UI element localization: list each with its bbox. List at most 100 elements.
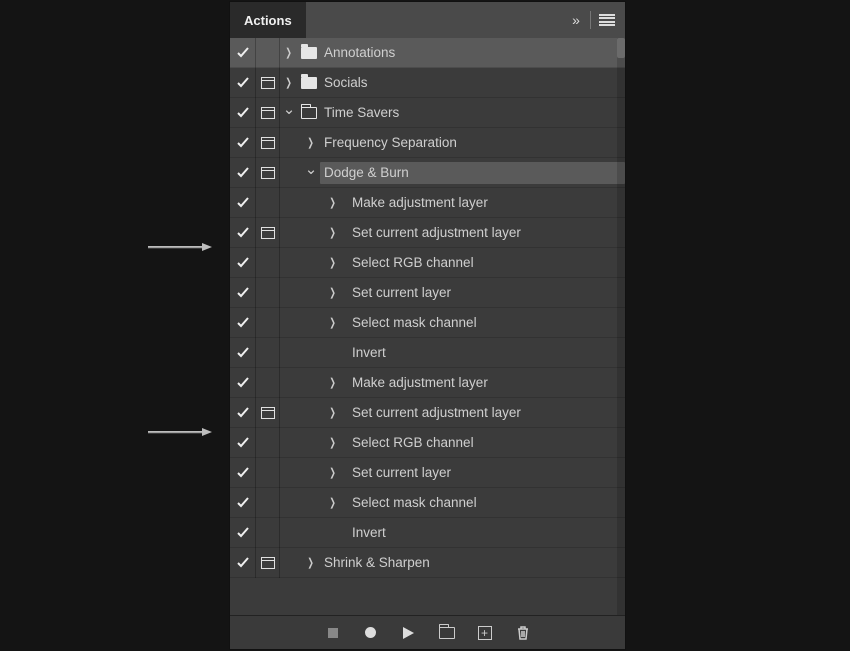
- stop-button[interactable]: [324, 624, 342, 642]
- panel-scrollbar[interactable]: [617, 38, 625, 615]
- toggle-dialog[interactable]: [256, 488, 280, 518]
- action-row[interactable]: Set current layer: [230, 458, 625, 488]
- row-label-wrap: Annotations: [320, 42, 625, 64]
- action-row[interactable]: Make adjustment layer: [230, 188, 625, 218]
- toggle-enabled[interactable]: [230, 98, 256, 128]
- action-row[interactable]: Select mask channel: [230, 308, 625, 338]
- panel-menu-button[interactable]: [599, 14, 615, 26]
- toggle-dialog[interactable]: [256, 458, 280, 488]
- toggle-enabled[interactable]: [230, 548, 256, 578]
- disclosure-toggle[interactable]: [324, 218, 342, 248]
- toggle-dialog[interactable]: [256, 68, 280, 98]
- disclosure-toggle[interactable]: [324, 368, 342, 398]
- new-set-button[interactable]: [438, 624, 456, 642]
- toggle-enabled[interactable]: [230, 488, 256, 518]
- toggle-dialog[interactable]: [256, 278, 280, 308]
- action-row[interactable]: Select RGB channel: [230, 248, 625, 278]
- checkmark-icon: [236, 346, 250, 360]
- indent-spacer: [280, 188, 324, 218]
- toggle-enabled[interactable]: [230, 38, 256, 68]
- toggle-enabled[interactable]: [230, 188, 256, 218]
- disclosure-toggle[interactable]: [280, 68, 298, 98]
- toggle-dialog[interactable]: [256, 128, 280, 158]
- toggle-dialog[interactable]: [256, 248, 280, 278]
- toggle-dialog[interactable]: [256, 308, 280, 338]
- collapse-panel-button[interactable]: »: [564, 2, 588, 38]
- row-label-wrap: Make adjustment layer: [348, 192, 625, 214]
- toggle-enabled[interactable]: [230, 128, 256, 158]
- action-row[interactable]: Set current adjustment layer: [230, 398, 625, 428]
- disclosure-toggle[interactable]: [324, 278, 342, 308]
- delete-button[interactable]: [514, 624, 532, 642]
- disclosure-toggle[interactable]: [324, 428, 342, 458]
- toggle-enabled[interactable]: [230, 68, 256, 98]
- toggle-dialog[interactable]: [256, 428, 280, 458]
- row-label: Annotations: [324, 45, 395, 60]
- actions-tab[interactable]: Actions: [230, 2, 306, 38]
- action-row[interactable]: Set current adjustment layer: [230, 218, 625, 248]
- toggle-dialog[interactable]: [256, 218, 280, 248]
- disclosure-toggle[interactable]: [324, 398, 342, 428]
- action-row[interactable]: Dodge & Burn: [230, 158, 625, 188]
- action-row[interactable]: Annotations: [230, 38, 625, 68]
- toggle-dialog[interactable]: [256, 368, 280, 398]
- disclosure-toggle[interactable]: [324, 188, 342, 218]
- action-row[interactable]: Time Savers: [230, 98, 625, 128]
- toggle-enabled[interactable]: [230, 248, 256, 278]
- disclosure-toggle[interactable]: [324, 458, 342, 488]
- dialog-icon: [261, 407, 275, 419]
- toggle-dialog[interactable]: [256, 518, 280, 548]
- toggle-dialog[interactable]: [256, 338, 280, 368]
- action-row[interactable]: Select RGB channel: [230, 428, 625, 458]
- disclosure-toggle[interactable]: [302, 128, 320, 158]
- checkmark-icon: [236, 196, 250, 210]
- action-row[interactable]: Make adjustment layer: [230, 368, 625, 398]
- toggle-dialog[interactable]: [256, 158, 280, 188]
- new-icon: [478, 626, 492, 640]
- toggle-dialog[interactable]: [256, 38, 280, 68]
- toggle-dialog[interactable]: [256, 188, 280, 218]
- indent-spacer: [280, 398, 324, 428]
- disclosure-toggle[interactable]: [302, 158, 320, 188]
- action-row[interactable]: Set current layer: [230, 278, 625, 308]
- toggle-enabled[interactable]: [230, 398, 256, 428]
- toggle-enabled[interactable]: [230, 158, 256, 188]
- indent-spacer: [280, 158, 302, 188]
- row-label-wrap: Shrink & Sharpen: [320, 552, 625, 574]
- scrollbar-thumb[interactable]: [617, 38, 625, 58]
- toggle-dialog[interactable]: [256, 548, 280, 578]
- disclosure-toggle[interactable]: [324, 248, 342, 278]
- toggle-enabled[interactable]: [230, 338, 256, 368]
- toggle-enabled[interactable]: [230, 428, 256, 458]
- toggle-enabled[interactable]: [230, 278, 256, 308]
- toggle-dialog[interactable]: [256, 398, 280, 428]
- new-action-button[interactable]: [476, 624, 494, 642]
- action-row[interactable]: Select mask channel: [230, 488, 625, 518]
- toggle-enabled[interactable]: [230, 308, 256, 338]
- toggle-enabled[interactable]: [230, 218, 256, 248]
- toggle-enabled[interactable]: [230, 518, 256, 548]
- disclosure-toggle[interactable]: [324, 488, 342, 518]
- record-button[interactable]: [362, 624, 380, 642]
- checkmark-icon: [236, 76, 250, 90]
- action-row[interactable]: Frequency Separation: [230, 128, 625, 158]
- indent-spacer: [280, 428, 324, 458]
- action-row[interactable]: Invert: [230, 518, 625, 548]
- action-row[interactable]: Shrink & Sharpen: [230, 548, 625, 578]
- play-button[interactable]: [400, 624, 418, 642]
- disclosure-toggle[interactable]: [280, 38, 298, 68]
- toggle-dialog[interactable]: [256, 98, 280, 128]
- action-row[interactable]: Socials: [230, 68, 625, 98]
- indent-spacer: [280, 458, 324, 488]
- disclosure-toggle[interactable]: [302, 548, 320, 578]
- disclosure-toggle[interactable]: [280, 98, 298, 128]
- indent-spacer: [280, 308, 324, 338]
- action-row[interactable]: Invert: [230, 338, 625, 368]
- annotation-arrow-1: [148, 240, 212, 250]
- toggle-enabled[interactable]: [230, 368, 256, 398]
- checkmark-icon: [236, 286, 250, 300]
- checkmark-icon: [236, 316, 250, 330]
- row-label-wrap: Make adjustment layer: [348, 372, 625, 394]
- toggle-enabled[interactable]: [230, 458, 256, 488]
- disclosure-toggle[interactable]: [324, 308, 342, 338]
